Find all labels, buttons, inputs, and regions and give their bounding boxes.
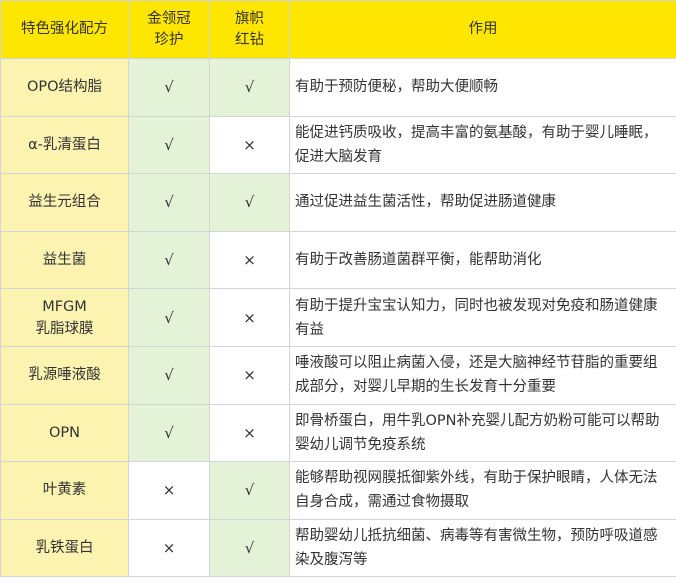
- product-b-check-mark: √: [209, 461, 290, 520]
- table-row: 乳铁蛋白 × √ 帮助婴幼儿抵抗细菌、病毒等有害微生物，预防呼吸道感染及腹泻等: [0, 518, 676, 578]
- header-row: 特色强化配方 金领冠 珍护 旗帜 红钻 作用: [0, 0, 676, 59]
- table-row: 益生菌 √ × 有助于改善肠道菌群平衡，能帮助消化: [0, 230, 676, 290]
- product-b-cross-mark: ×: [209, 403, 290, 463]
- feature-cell: MFGM 乳脂球膜: [0, 288, 129, 347]
- comparison-table: 特色强化配方 金领冠 珍护 旗帜 红钻 作用 OPO结构脂 √ √ 有助于预防便秘，帮…: [0, 0, 676, 578]
- feature-cell: OPO结构脂: [0, 58, 129, 117]
- product-b-check-mark: √: [209, 173, 290, 232]
- header-feature: 特色强化配方: [0, 0, 129, 59]
- feature-cell: α-乳清蛋白: [0, 115, 129, 175]
- product-b-check-mark: √: [209, 518, 290, 578]
- table-body: OPO结构脂 √ √ 有助于预防便秘，帮助大便顺畅 α-乳清蛋白 √ × 能促进钙质吸收，提高…: [0, 58, 676, 578]
- effect-cell: 能够帮助视网膜抵御紫外线，有助于保护眼睛，人体无法自身合成，需通过食物摄取: [289, 461, 676, 520]
- table-row: 叶黄素 × √ 能够帮助视网膜抵御紫外线，有助于保护眼睛，人体无法自身合成，需通过食物…: [0, 461, 676, 520]
- feature-cell: 益生菌: [0, 230, 129, 290]
- effect-cell: 能促进钙质吸收，提高丰富的氨基酸，有助于婴儿睡眠，促进大脑发育: [289, 115, 676, 175]
- effect-cell: 通过促进益生菌活性，帮助促进肠道健康: [289, 173, 676, 232]
- table-row: α-乳清蛋白 √ × 能促进钙质吸收，提高丰富的氨基酸，有助于婴儿睡眠，促进大脑发育: [0, 115, 676, 175]
- table-row: 乳源唾液酸 √ × 唾液酸可以阻止病菌入侵，还是大脑神经节苷脂的重要组成部分，对婴儿早…: [0, 345, 676, 405]
- product-a-check-mark: √: [128, 288, 210, 347]
- table-row: OPN √ × 即骨桥蛋白，用牛乳OPN补充婴儿配方奶粉可能可以帮助婴幼儿调节免疫系统: [0, 403, 676, 463]
- effect-cell: 有助于提升宝宝认知力，同时也被发现对免疫和肠道健康有益: [289, 288, 676, 347]
- table-row: 益生元组合 √ √ 通过促进益生菌活性，帮助促进肠道健康: [0, 173, 676, 232]
- effect-cell: 有助于改善肠道菌群平衡，能帮助消化: [289, 230, 676, 290]
- product-a-check-mark: √: [128, 58, 210, 117]
- product-b-cross-mark: ×: [209, 115, 290, 175]
- feature-cell: 叶黄素: [0, 461, 129, 520]
- effect-cell: 有助于预防便秘，帮助大便顺畅: [289, 58, 676, 117]
- product-a-cross-mark: ×: [128, 461, 210, 520]
- effect-cell: 唾液酸可以阻止病菌入侵，还是大脑神经节苷脂的重要组成部分，对婴儿早期的生长发育十…: [289, 345, 676, 405]
- product-b-check-mark: √: [209, 58, 290, 117]
- product-b-cross-mark: ×: [209, 345, 290, 405]
- product-a-check-mark: √: [128, 345, 210, 405]
- feature-cell: 乳源唾液酸: [0, 345, 129, 405]
- product-a-check-mark: √: [128, 115, 210, 175]
- product-a-check-mark: √: [128, 173, 210, 232]
- header-product-a: 金领冠 珍护: [128, 0, 210, 59]
- feature-cell: 乳铁蛋白: [0, 518, 129, 578]
- table-row: OPO结构脂 √ √ 有助于预防便秘，帮助大便顺畅: [0, 58, 676, 117]
- product-a-check-mark: √: [128, 230, 210, 290]
- product-b-cross-mark: ×: [209, 288, 290, 347]
- product-a-check-mark: √: [128, 403, 210, 463]
- effect-cell: 帮助婴幼儿抵抗细菌、病毒等有害微生物，预防呼吸道感染及腹泻等: [289, 518, 676, 578]
- feature-cell: 益生元组合: [0, 173, 129, 232]
- header-effect: 作用: [289, 0, 676, 59]
- header-product-b: 旗帜 红钻: [209, 0, 290, 59]
- feature-cell: OPN: [0, 403, 129, 463]
- effect-cell: 即骨桥蛋白，用牛乳OPN补充婴儿配方奶粉可能可以帮助婴幼儿调节免疫系统: [289, 403, 676, 463]
- product-b-cross-mark: ×: [209, 230, 290, 290]
- product-a-cross-mark: ×: [128, 518, 210, 578]
- table-row: MFGM 乳脂球膜 √ × 有助于提升宝宝认知力，同时也被发现对免疫和肠道健康有益: [0, 288, 676, 347]
